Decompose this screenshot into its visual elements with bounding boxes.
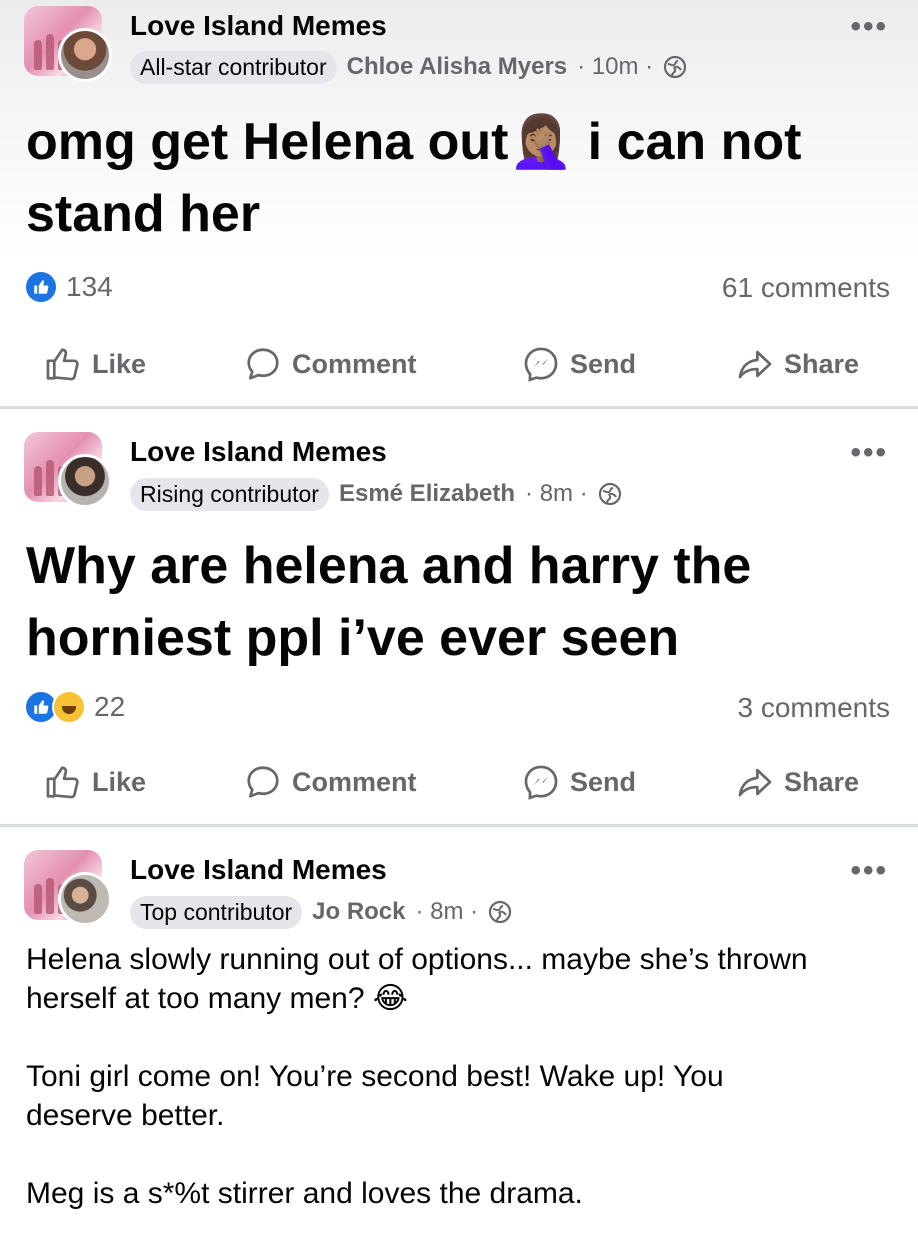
group-name[interactable]: Love Island Memes xyxy=(130,10,387,42)
thumbs-up-icon xyxy=(46,348,79,381)
reactions-summary[interactable]: 134 xyxy=(24,270,113,304)
comment-label: Comment xyxy=(292,348,417,379)
user-avatar xyxy=(58,454,112,508)
post-text-line: omg get Helena out xyxy=(26,113,509,171)
author-name[interactable]: Jo Rock xyxy=(312,898,405,926)
share-arrow-icon xyxy=(738,350,772,379)
post-text: omg get Helena out🤦🏽‍♀️ i can not stand … xyxy=(26,106,896,250)
like-button[interactable]: Like xyxy=(44,334,146,394)
post-text-line: herself at too many men? xyxy=(26,982,365,1015)
action-bar: Like Comment Send Share xyxy=(0,334,918,394)
comment-button[interactable]: Comment xyxy=(244,752,417,812)
speech-bubble-icon xyxy=(247,766,279,798)
post-text-line: deserve better. xyxy=(26,1099,225,1132)
share-label: Share xyxy=(784,766,860,797)
send-label: Send xyxy=(570,766,637,797)
share-button[interactable]: Share xyxy=(736,752,859,812)
post-text-line: Why are helena and harry the xyxy=(26,537,752,595)
post-card: Love Island Memes Top contributor Jo Roc… xyxy=(0,828,918,1210)
post-paragraph: Toni girl come on! You’re second best! W… xyxy=(26,1057,896,1135)
post-time[interactable]: · 10m · xyxy=(577,53,653,81)
contributor-badge[interactable]: Top contributor xyxy=(130,895,303,929)
more-options-icon[interactable]: ••• xyxy=(850,10,888,44)
post-text-line: horniest ppl i’ve ever seen xyxy=(26,609,680,667)
haha-reaction-icon xyxy=(52,690,86,724)
post-text: Helena slowly running out of options... … xyxy=(26,940,896,1252)
post-paragraph: Helena slowly running out of options... … xyxy=(26,940,896,1018)
post-meta: Rising contributor Esmé Elizabeth · 8m · xyxy=(130,477,622,511)
post-divider xyxy=(0,824,918,827)
action-bar: Like Comment Send Share xyxy=(0,752,918,812)
post-avatar[interactable] xyxy=(24,6,112,82)
post-time[interactable]: · 8m · xyxy=(525,480,588,508)
post-meta: Top contributor Jo Rock · 8m · xyxy=(130,895,512,929)
send-button[interactable]: Send xyxy=(522,334,636,394)
comments-count[interactable]: 3 comments xyxy=(738,692,891,724)
globe-icon xyxy=(489,900,512,924)
post-paragraph: Meg is a s*%t stirrer and loves the dram… xyxy=(26,1174,896,1213)
post-time[interactable]: · 8m · xyxy=(416,898,479,926)
reaction-count: 134 xyxy=(66,271,113,302)
post-avatar[interactable] xyxy=(24,432,112,508)
post-text-line: i can not xyxy=(573,113,802,171)
post-text-line: Toni girl come on! You’re second best! W… xyxy=(26,1060,724,1093)
author-name[interactable]: Esmé Elizabeth xyxy=(339,480,515,508)
messenger-icon xyxy=(524,765,558,800)
send-button[interactable]: Send xyxy=(522,752,636,812)
like-button[interactable]: Like xyxy=(44,752,146,812)
messenger-icon xyxy=(524,347,558,382)
comment-label: Comment xyxy=(292,766,417,797)
comments-count[interactable]: 61 comments xyxy=(722,272,890,304)
post-card: Love Island Memes Rising contributor Esm… xyxy=(0,410,918,824)
post-text-line: Meg is a s*%t stirrer and loves the dram… xyxy=(26,1177,583,1210)
like-reaction-icon xyxy=(24,270,58,304)
contributor-badge[interactable]: Rising contributor xyxy=(130,477,329,511)
post-text: Why are helena and harry the horniest pp… xyxy=(26,530,896,674)
thumbs-up-icon xyxy=(46,766,79,799)
like-label: Like xyxy=(92,348,147,379)
reaction-count: 22 xyxy=(94,691,126,722)
user-avatar xyxy=(58,872,112,926)
comment-button[interactable]: Comment xyxy=(244,334,417,394)
author-name[interactable]: Chloe Alisha Myers xyxy=(347,53,568,81)
reactions-summary[interactable]: 22 xyxy=(24,690,125,724)
like-label: Like xyxy=(92,766,147,797)
contributor-badge[interactable]: All-star contributor xyxy=(130,50,337,84)
post-card: Love Island Memes All-star contributor C… xyxy=(0,0,918,406)
laughing-emoji: 😂 xyxy=(372,981,408,1016)
globe-icon xyxy=(664,55,687,79)
share-button[interactable]: Share xyxy=(736,334,859,394)
post-avatar[interactable] xyxy=(24,850,112,926)
post-meta: All-star contributor Chloe Alisha Myers … xyxy=(130,50,687,84)
post-divider xyxy=(0,406,918,409)
post-text-line: stand her xyxy=(26,185,261,243)
share-label: Share xyxy=(784,348,860,379)
share-arrow-icon xyxy=(738,768,772,797)
send-label: Send xyxy=(570,348,637,379)
group-name[interactable]: Love Island Memes xyxy=(130,436,387,468)
more-options-icon[interactable]: ••• xyxy=(850,436,888,470)
more-options-icon[interactable]: ••• xyxy=(850,854,888,888)
group-name[interactable]: Love Island Memes xyxy=(130,854,387,886)
speech-bubble-icon xyxy=(247,348,279,380)
globe-icon xyxy=(598,482,621,506)
facepalm-emoji: 🤦🏽‍♀️ xyxy=(508,112,574,172)
post-text-line: Helena slowly running out of options... … xyxy=(26,943,808,976)
user-avatar xyxy=(58,28,112,82)
